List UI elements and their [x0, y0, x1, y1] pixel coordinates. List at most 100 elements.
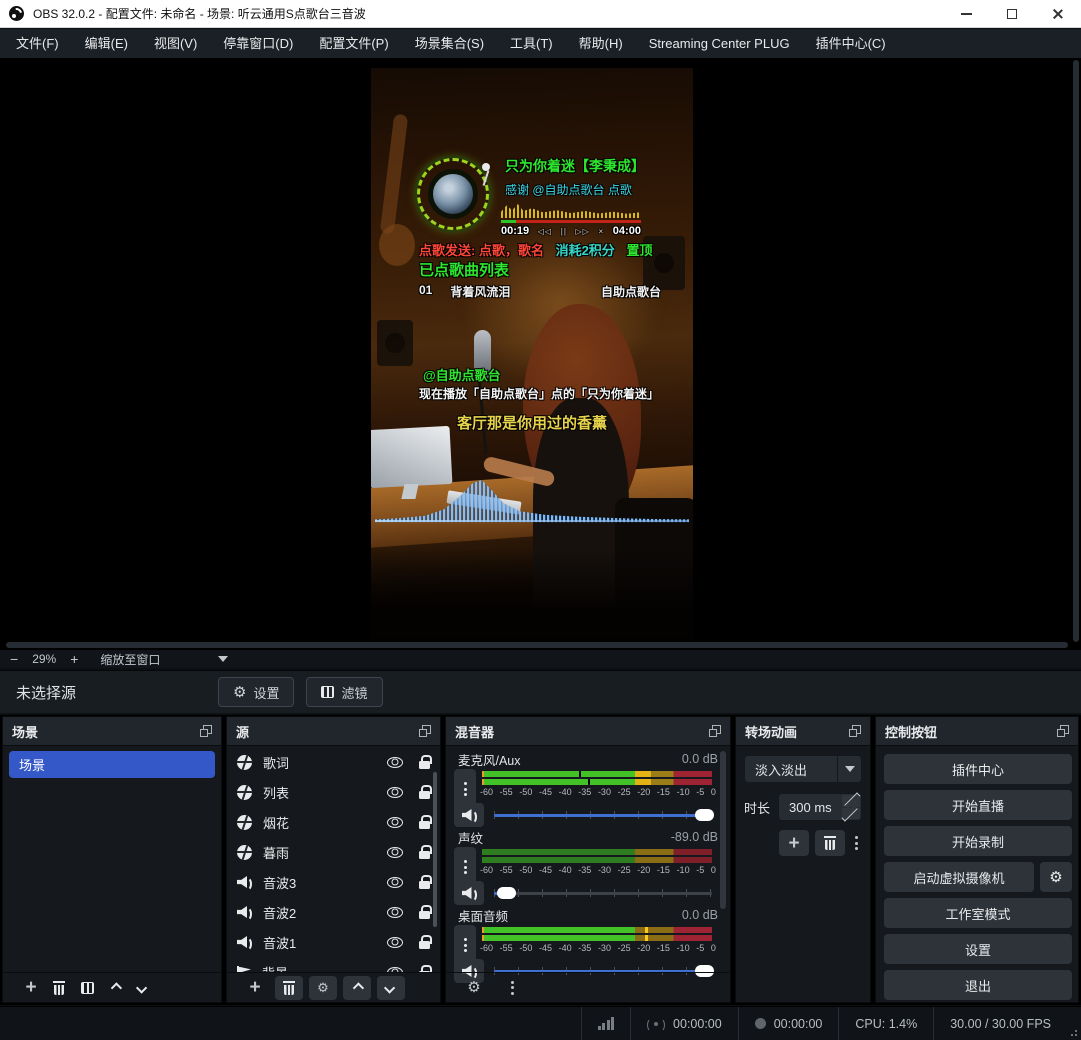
exit-button[interactable]: 退出 [884, 970, 1072, 1000]
channel-db: -89.0 dB [671, 830, 718, 844]
source-properties-toolbar-button[interactable]: ⚙ [309, 976, 337, 1000]
add-transition-button[interactable]: + [779, 830, 809, 856]
visibility-eye-icon[interactable] [387, 757, 403, 768]
menu-docks[interactable]: 停靠窗口(D) [210, 29, 306, 58]
minimize-button[interactable] [943, 0, 989, 27]
source-row[interactable]: 烟花 [227, 807, 440, 837]
remove-scene-button[interactable] [45, 976, 73, 1000]
source-name: 烟花 [263, 813, 289, 832]
zoom-in-button[interactable]: + [70, 651, 78, 667]
menu-profile[interactable]: 配置文件(P) [306, 29, 401, 58]
menu-scene-collection[interactable]: 场景集合(S) [402, 29, 497, 58]
source-row[interactable]: 歌词 [227, 747, 440, 777]
zoom-out-button[interactable]: − [10, 651, 18, 667]
lock-icon[interactable] [419, 785, 430, 799]
resize-grip[interactable] [1067, 1026, 1077, 1036]
remove-transition-button[interactable] [815, 830, 845, 856]
source-row[interactable]: 暮雨 [227, 837, 440, 867]
add-source-button[interactable]: + [241, 976, 269, 1000]
source-row[interactable]: 列表 [227, 777, 440, 807]
visibility-eye-icon[interactable] [387, 817, 403, 828]
menu-plugin-center[interactable]: 插件中心(C) [803, 29, 899, 58]
mute-button[interactable] [454, 881, 484, 905]
source-down-button[interactable] [377, 976, 405, 1000]
menu-file[interactable]: 文件(F) [3, 29, 72, 58]
fps-value: 30.00 / 30.00 FPS [950, 1017, 1051, 1031]
close-button[interactable] [1035, 0, 1081, 27]
remove-source-button[interactable] [275, 976, 303, 1000]
source-context-bar: 未选择源 ⚙ 设置 滤镜 [0, 670, 1081, 713]
popout-icon[interactable] [1057, 725, 1069, 737]
source-row[interactable]: 背景 [227, 957, 440, 972]
mixer-menu-button[interactable] [498, 976, 526, 1000]
filters-icon [321, 686, 334, 698]
zoom-fit-caret-icon[interactable] [218, 656, 228, 662]
slider-handle[interactable] [695, 809, 714, 821]
studio-mode-button[interactable]: 工作室模式 [884, 898, 1072, 928]
transition-select[interactable]: 淡入淡出 [744, 755, 862, 783]
duration-down-button[interactable] [842, 808, 860, 820]
visibility-eye-icon[interactable] [387, 877, 403, 888]
mixer-dock: 混音器 麦克风/Aux 0.0 dB -60-55-50-45-40-35-30… [445, 716, 731, 1003]
source-row[interactable]: 音波2 [227, 897, 440, 927]
start-streaming-button[interactable]: 开始直播 [884, 790, 1072, 820]
lock-icon[interactable] [419, 815, 430, 829]
lock-icon[interactable] [419, 965, 430, 972]
volume-slider[interactable] [494, 886, 712, 900]
transition-menu-button[interactable] [855, 836, 858, 850]
visibility-eye-icon[interactable] [387, 847, 403, 858]
mute-button[interactable] [454, 803, 484, 827]
overlay-song-title: 只为你着迷【李秉成】 [505, 156, 645, 176]
advanced-audio-button[interactable]: ⚙ [460, 976, 488, 1000]
preview-hscrollbar[interactable] [6, 642, 1068, 648]
start-virtual-camera-button[interactable]: 启动虚拟摄像机 [884, 862, 1034, 892]
visibility-eye-icon[interactable] [387, 787, 403, 798]
channel-name: 麦克风/Aux [458, 750, 521, 769]
scene-item-selected[interactable]: 场景 [9, 751, 215, 778]
mixer-scrollbar[interactable] [720, 751, 726, 909]
virtual-camera-settings-button[interactable]: ⚙ [1040, 862, 1072, 892]
source-row[interactable]: 音波3 [227, 867, 440, 897]
popout-icon[interactable] [200, 725, 212, 737]
slider-handle[interactable] [497, 887, 516, 899]
menu-help[interactable]: 帮助(H) [566, 29, 636, 58]
lock-icon[interactable] [419, 905, 430, 919]
lock-icon[interactable] [419, 845, 430, 859]
popout-icon[interactable] [709, 725, 721, 737]
menu-view[interactable]: 视图(V) [141, 29, 210, 58]
duration-spinner[interactable]: 300 ms [778, 793, 862, 821]
menu-streaming-center[interactable]: Streaming Center PLUG [636, 29, 803, 58]
controls-title: 控制按钮 [885, 722, 937, 741]
start-recording-button[interactable]: 开始录制 [884, 826, 1072, 856]
add-scene-button[interactable]: + [17, 976, 45, 1000]
scene-filters-button[interactable] [73, 976, 101, 1000]
source-up-button[interactable] [343, 976, 371, 1000]
lock-icon[interactable] [419, 935, 430, 949]
scene-up-button[interactable] [101, 976, 129, 1000]
lock-icon[interactable] [419, 875, 430, 889]
visibility-eye-icon[interactable] [387, 907, 403, 918]
sources-scrollbar[interactable] [433, 772, 437, 927]
popout-icon[interactable] [849, 725, 861, 737]
source-filters-button[interactable]: 滤镜 [306, 677, 382, 707]
menu-tools[interactable]: 工具(T) [497, 29, 566, 58]
zoom-fit-label[interactable]: 缩放至窗口 [100, 651, 160, 668]
audio-visualizer-baseline [375, 520, 689, 522]
duration-value: 300 ms [779, 800, 832, 815]
kebab-icon [511, 981, 514, 995]
source-properties-button[interactable]: ⚙ 设置 [218, 677, 294, 707]
menu-edit[interactable]: 编辑(E) [72, 29, 141, 58]
visibility-eye-icon[interactable] [387, 937, 403, 948]
preview-vscrollbar[interactable] [1073, 60, 1079, 642]
popout-icon[interactable] [419, 725, 431, 737]
scene-down-button[interactable] [129, 976, 157, 1000]
source-row[interactable]: 音波1 [227, 927, 440, 957]
volume-row [454, 803, 712, 827]
maximize-button[interactable] [989, 0, 1035, 27]
volume-slider[interactable] [494, 808, 712, 822]
program-canvas[interactable]: 只为你着迷【李秉成】 感谢 @自助点歌台 点歌 00:19 ◁◁ || ▷▷ ×… [371, 68, 693, 639]
plugin-center-button[interactable]: 插件中心 [884, 754, 1072, 784]
lock-icon[interactable] [419, 755, 430, 769]
duration-up-button[interactable] [842, 795, 860, 807]
settings-button[interactable]: 设置 [884, 934, 1072, 964]
